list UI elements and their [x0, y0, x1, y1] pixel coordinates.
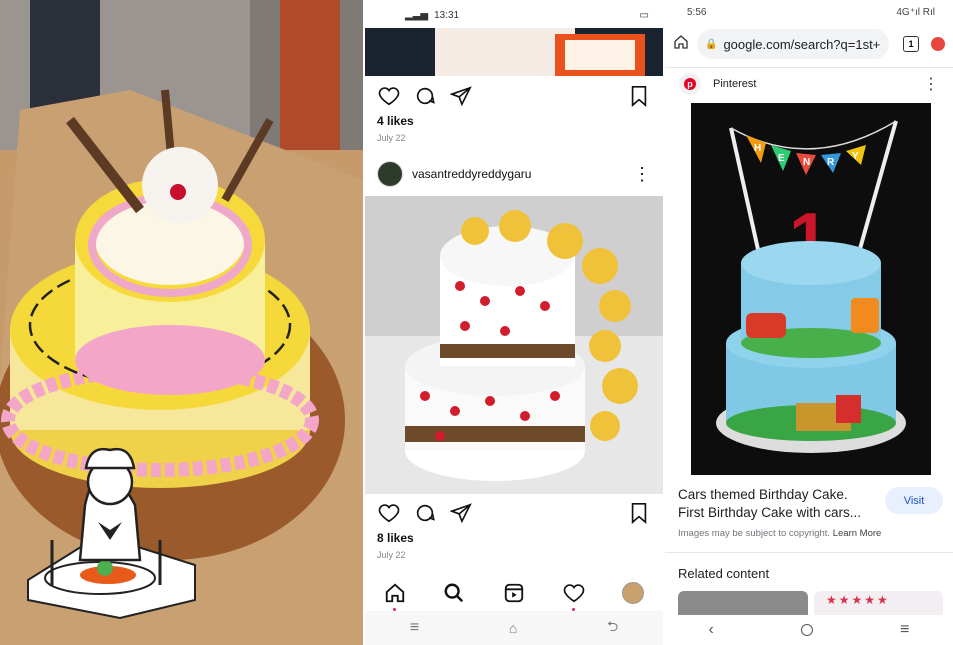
heart-icon[interactable]	[377, 501, 401, 525]
result-image[interactable]: H E N R Y 1	[691, 103, 931, 475]
url-text: google.com/search?q=1st+	[723, 36, 881, 52]
comment-icon[interactable]	[413, 84, 437, 108]
bottom-nav	[365, 575, 663, 611]
like-count[interactable]: 8 likes	[377, 531, 414, 545]
post-header: vasantreddyreddygaru ⋮	[377, 160, 651, 188]
profile-avatar[interactable]	[618, 578, 648, 608]
status-bar: ▂▃▅ 13:31 ▭	[365, 0, 663, 30]
more-icon[interactable]: ⋮	[633, 165, 651, 183]
lock-icon: 🔒	[705, 38, 718, 50]
related-heading: Related content	[678, 566, 770, 581]
copyright-text: Images may be subject to copyright.	[678, 528, 831, 539]
system-nav-bar: ‹ ≡	[665, 615, 953, 645]
photo-two-tier-cake	[0, 0, 363, 645]
status-time: 13:31	[434, 9, 460, 21]
search-icon[interactable]	[439, 578, 469, 608]
copyright-notice: Images may be subject to copyright. Lear…	[678, 528, 881, 539]
cars-cake-image: H E N R Y 1	[691, 103, 931, 475]
menu-icon[interactable]: ≡	[410, 619, 419, 637]
cake-photo	[0, 0, 363, 645]
home-icon[interactable]	[380, 578, 410, 611]
result-source[interactable]: p Pinterest ⋮	[665, 68, 953, 100]
url-bar[interactable]: 🔒 google.com/search?q=1st+	[697, 29, 889, 59]
home-icon[interactable]	[673, 34, 689, 55]
pinterest-logo: p	[679, 73, 701, 95]
google-screen: 5:56 4G⁺ıl Rıl 🔒 google.com/search?q=1st…	[665, 0, 953, 645]
bookmark-icon[interactable]	[627, 501, 651, 525]
battery-icon: ▭	[639, 9, 649, 21]
username[interactable]: vasantreddyreddygaru	[412, 167, 633, 181]
post-image[interactable]	[365, 196, 663, 494]
post-actions	[377, 83, 651, 109]
tab-switcher[interactable]: 1	[903, 36, 919, 52]
comment-icon[interactable]	[413, 501, 437, 525]
menu-icon[interactable]: ≡	[900, 621, 909, 639]
status-indicators: 4G⁺ıl Rıl	[896, 6, 935, 18]
back-icon[interactable]: ‹	[709, 621, 714, 639]
visit-button[interactable]: Visit	[885, 487, 943, 514]
share-icon[interactable]	[449, 501, 473, 525]
previous-post-image[interactable]	[365, 28, 663, 76]
instagram-screen: ▂▃▅ 13:31 ▭ 4 likes July 22 vasantreddyr…	[365, 0, 663, 645]
related-thumbnail[interactable]	[678, 591, 808, 615]
banner-letter: H	[754, 143, 761, 154]
activity-icon[interactable]	[559, 578, 589, 611]
learn-more-link[interactable]: Learn More	[833, 528, 882, 539]
heart-icon[interactable]	[377, 84, 401, 108]
home-button-icon[interactable]: ⌂	[509, 620, 517, 636]
related-thumbnail[interactable]: ★★★★★	[814, 591, 943, 615]
browser-toolbar: 🔒 google.com/search?q=1st+ 1	[665, 24, 953, 64]
status-bar: 5:56 4G⁺ıl Rıl	[665, 0, 953, 24]
like-count[interactable]: 4 likes	[377, 114, 414, 128]
more-icon[interactable]: ⋮	[923, 74, 939, 94]
bookmark-icon[interactable]	[627, 84, 651, 108]
share-icon[interactable]	[449, 84, 473, 108]
back-icon[interactable]: ⮌	[607, 616, 618, 640]
banner-letter: N	[803, 157, 810, 168]
banner-letter: Y	[852, 151, 859, 162]
banner-letter: R	[827, 157, 835, 168]
post-date: July 22	[377, 550, 406, 560]
heart-cake-image	[365, 196, 663, 494]
update-icon[interactable]	[931, 37, 945, 51]
star-decoration-icon: ★★★★★	[826, 593, 890, 607]
home-button-icon[interactable]	[800, 624, 813, 636]
system-nav-bar: ≡ ⌂ ⮌	[365, 611, 663, 645]
banner-letter: E	[778, 153, 785, 164]
post-date: July 22	[377, 133, 406, 143]
status-time: 5:56	[687, 6, 707, 18]
post-actions-2	[377, 500, 651, 526]
cake-image-top	[365, 28, 663, 76]
signal-icon: ▂▃▅	[405, 9, 429, 21]
avatar[interactable]	[377, 161, 403, 187]
result-title[interactable]: Cars themed Birthday Cake. First Birthda…	[678, 486, 873, 522]
source-name: Pinterest	[713, 78, 757, 90]
reels-icon[interactable]	[499, 578, 529, 608]
divider	[665, 552, 953, 553]
